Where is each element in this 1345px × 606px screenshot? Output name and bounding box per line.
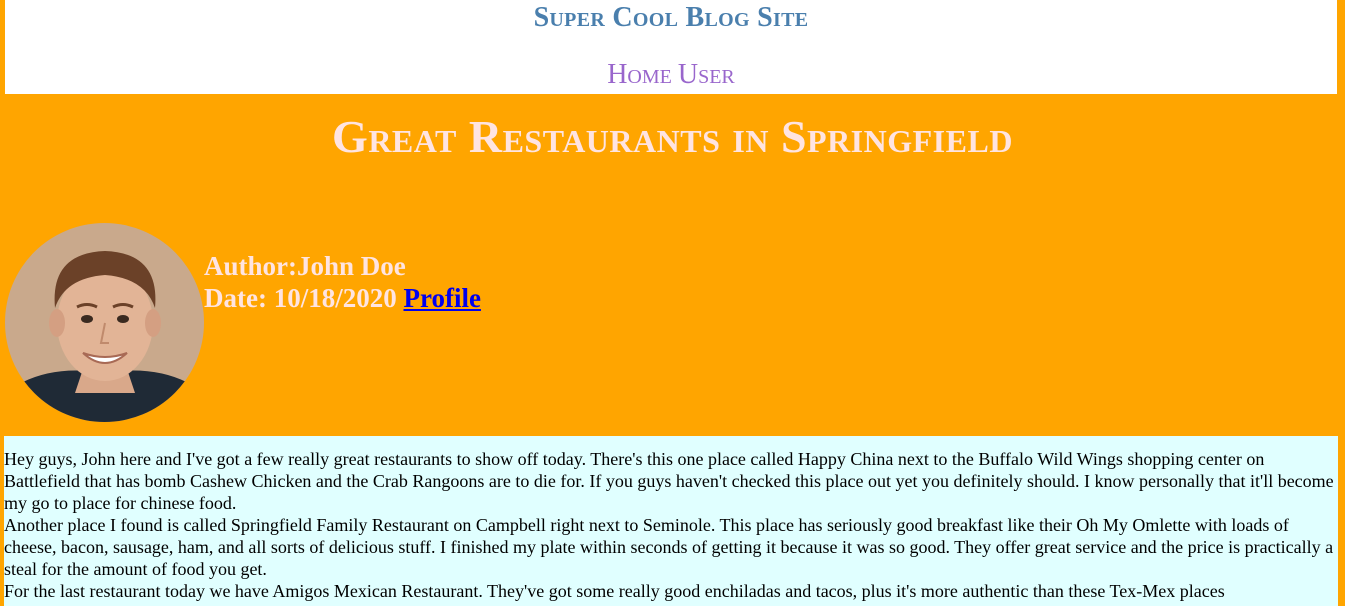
post-paragraph: Another place I found is called Springfi… [4,515,1334,579]
main-nav: Home User [5,59,1337,91]
author-name: John Doe [297,251,406,281]
post-date: 10/18/2020 [273,283,397,313]
author-label: Author: [204,251,297,281]
date-line: Date: 10/18/2020 Profile [204,282,481,314]
post-title: Great Restaurants in Springfield [332,111,1013,162]
date-label: Date: [204,283,274,313]
author-line: Author:John Doe [204,250,481,282]
site-header: Super Cool Blog Site Home User [5,0,1337,94]
post-meta: Author:John Doe Date: 10/18/2020 Profile [204,250,481,314]
nav-user-link[interactable]: User [678,59,735,90]
post-paragraph: For the last restaurant today we have Am… [4,581,1225,601]
author-photo [5,223,204,422]
author-avatar [5,223,204,422]
profile-link[interactable]: Profile [403,283,480,313]
nav-home-link[interactable]: Home [607,59,672,90]
post-paragraph: Hey guys, John here and I've got a few r… [4,449,1334,513]
site-title: Super Cool Blog Site [533,2,809,33]
post-content: Hey guys, John here and I've got a few r… [4,436,1338,606]
